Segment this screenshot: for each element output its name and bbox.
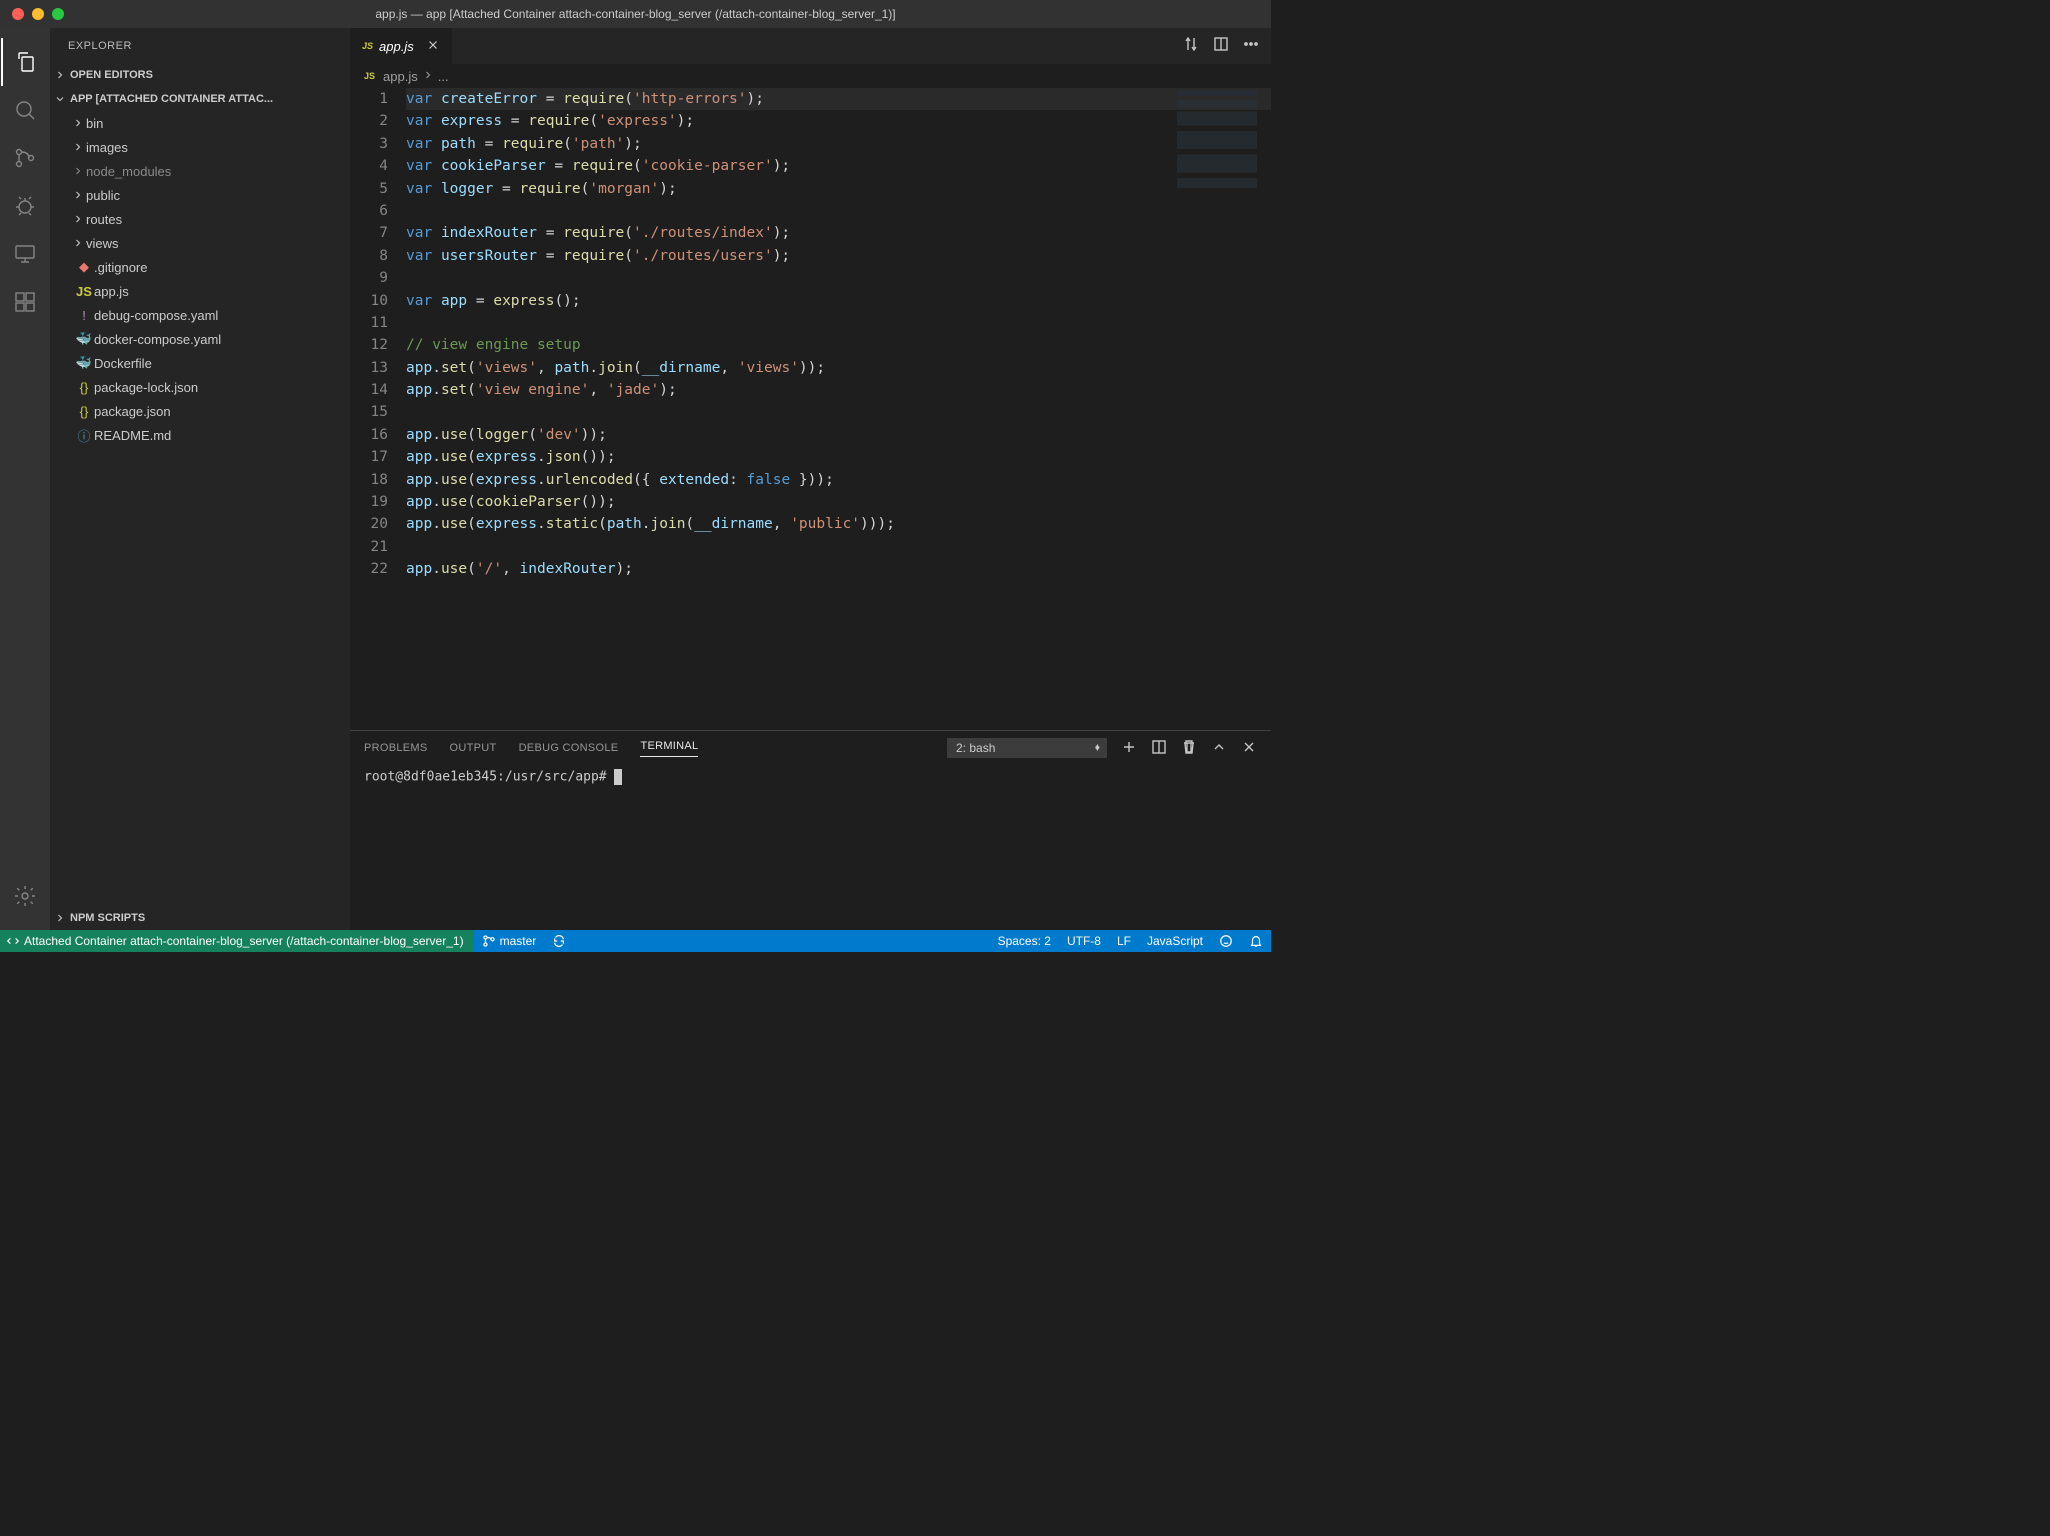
- chevron-right-icon: [70, 237, 86, 249]
- file-item[interactable]: !debug-compose.yaml: [50, 303, 350, 327]
- chevron-right-icon: [70, 141, 86, 153]
- notifications-icon[interactable]: [1241, 934, 1271, 948]
- extensions-activity-icon[interactable]: [1, 278, 49, 326]
- window-title: app.js — app [Attached Container attach-…: [375, 7, 895, 21]
- sidebar-title: EXPLORER: [50, 28, 350, 63]
- terminal-prompt: root@8df0ae1eb345:/usr/src/app#: [364, 770, 614, 785]
- editor-panel: JS app.js JS app.js ... 1234567891011121…: [350, 28, 1271, 930]
- status-bar: Attached Container attach-container-blog…: [0, 930, 1271, 952]
- folder-item[interactable]: bin: [50, 111, 350, 135]
- folder-item[interactable]: views: [50, 231, 350, 255]
- chevron-right-icon: [54, 912, 66, 924]
- explorer-sidebar: EXPLORER OPEN EDITORS APP [ATTACHED CONT…: [50, 28, 350, 930]
- compare-changes-icon[interactable]: [1183, 36, 1199, 57]
- remote-explorer-activity-icon[interactable]: [1, 230, 49, 278]
- window-controls: [0, 8, 64, 20]
- source-control-activity-icon[interactable]: [1, 134, 49, 182]
- yaml-file-icon: !: [74, 308, 94, 323]
- file-item[interactable]: ⓘREADME.md: [50, 423, 350, 447]
- sync-status[interactable]: [544, 930, 574, 952]
- tab-app-js[interactable]: JS app.js: [350, 28, 453, 64]
- docker-file-icon: 🐳: [74, 355, 94, 371]
- chevron-right-icon: [70, 117, 86, 129]
- terminal-tab[interactable]: TERMINAL: [640, 740, 698, 757]
- file-item[interactable]: JSapp.js: [50, 279, 350, 303]
- language-status[interactable]: JavaScript: [1139, 934, 1211, 948]
- activity-bar: [0, 28, 50, 930]
- open-editors-section[interactable]: OPEN EDITORS: [50, 63, 350, 87]
- close-panel-icon[interactable]: [1241, 739, 1257, 758]
- minimap[interactable]: [1177, 90, 1257, 188]
- output-tab[interactable]: OUTPUT: [450, 742, 497, 754]
- breadcrumbs[interactable]: JS app.js ...: [350, 64, 1271, 88]
- settings-gear-icon[interactable]: [1, 872, 49, 920]
- maximize-panel-icon[interactable]: [1211, 739, 1227, 758]
- file-item[interactable]: 🐳docker-compose.yaml: [50, 327, 350, 351]
- docker-compose-icon: 🐳: [74, 331, 94, 347]
- file-item[interactable]: {}package.json: [50, 399, 350, 423]
- npm-scripts-section[interactable]: NPM SCRIPTS: [50, 906, 350, 930]
- split-terminal-icon[interactable]: [1151, 739, 1167, 758]
- js-file-icon: JS: [364, 71, 375, 81]
- js-file-icon: JS: [74, 284, 94, 299]
- folder-item[interactable]: images: [50, 135, 350, 159]
- terminal-cursor: [614, 769, 622, 785]
- new-terminal-icon[interactable]: [1121, 739, 1137, 758]
- eol-status[interactable]: LF: [1109, 934, 1139, 948]
- git-file-icon: ◆: [74, 259, 94, 275]
- git-branch-status[interactable]: master: [474, 930, 545, 952]
- chevron-right-icon: [70, 165, 86, 177]
- bottom-panel: PROBLEMS OUTPUT DEBUG CONSOLE TERMINAL 2…: [350, 730, 1271, 930]
- spaces-status[interactable]: Spaces: 2: [990, 934, 1059, 948]
- chevron-right-icon: [70, 189, 86, 201]
- code-editor[interactable]: 12345678910111213141516171819202122 var …: [350, 88, 1271, 730]
- explorer-activity-icon[interactable]: [1, 38, 49, 86]
- chevron-right-icon: [54, 69, 66, 81]
- chevron-right-icon: [70, 213, 86, 225]
- title-bar: app.js — app [Attached Container attach-…: [0, 0, 1271, 28]
- chevron-down-icon: [54, 93, 66, 105]
- terminal-select[interactable]: 2: bash: [947, 738, 1107, 758]
- folder-item[interactable]: public: [50, 183, 350, 207]
- close-tab-icon[interactable]: [426, 38, 440, 55]
- folder-section[interactable]: APP [ATTACHED CONTAINER ATTAC...: [50, 87, 350, 111]
- file-item[interactable]: ◆.gitignore: [50, 255, 350, 279]
- js-file-icon: JS: [362, 41, 373, 51]
- encoding-status[interactable]: UTF-8: [1059, 934, 1109, 948]
- close-window-button[interactable]: [12, 8, 24, 20]
- json-file-icon: {}: [74, 404, 94, 419]
- folder-item[interactable]: node_modules: [50, 159, 350, 183]
- folder-item[interactable]: routes: [50, 207, 350, 231]
- debug-console-tab[interactable]: DEBUG CONSOLE: [519, 742, 619, 754]
- info-file-icon: ⓘ: [74, 426, 94, 445]
- split-editor-icon[interactable]: [1213, 36, 1229, 57]
- file-item[interactable]: 🐳Dockerfile: [50, 351, 350, 375]
- file-tree: binimagesnode_modulespublicroutesviews◆.…: [50, 111, 350, 906]
- more-actions-icon[interactable]: [1243, 36, 1259, 57]
- tab-label: app.js: [379, 39, 414, 54]
- feedback-icon[interactable]: [1211, 934, 1241, 948]
- search-activity-icon[interactable]: [1, 86, 49, 134]
- problems-tab[interactable]: PROBLEMS: [364, 742, 428, 754]
- remote-status[interactable]: Attached Container attach-container-blog…: [0, 930, 474, 952]
- editor-tabs: JS app.js: [350, 28, 1271, 64]
- terminal-body[interactable]: root@8df0ae1eb345:/usr/src/app#: [350, 765, 1271, 930]
- kill-terminal-icon[interactable]: [1181, 739, 1197, 758]
- minimize-window-button[interactable]: [32, 8, 44, 20]
- file-item[interactable]: {}package-lock.json: [50, 375, 350, 399]
- chevron-right-icon: [422, 69, 434, 84]
- json-file-icon: {}: [74, 380, 94, 395]
- debug-activity-icon[interactable]: [1, 182, 49, 230]
- maximize-window-button[interactable]: [52, 8, 64, 20]
